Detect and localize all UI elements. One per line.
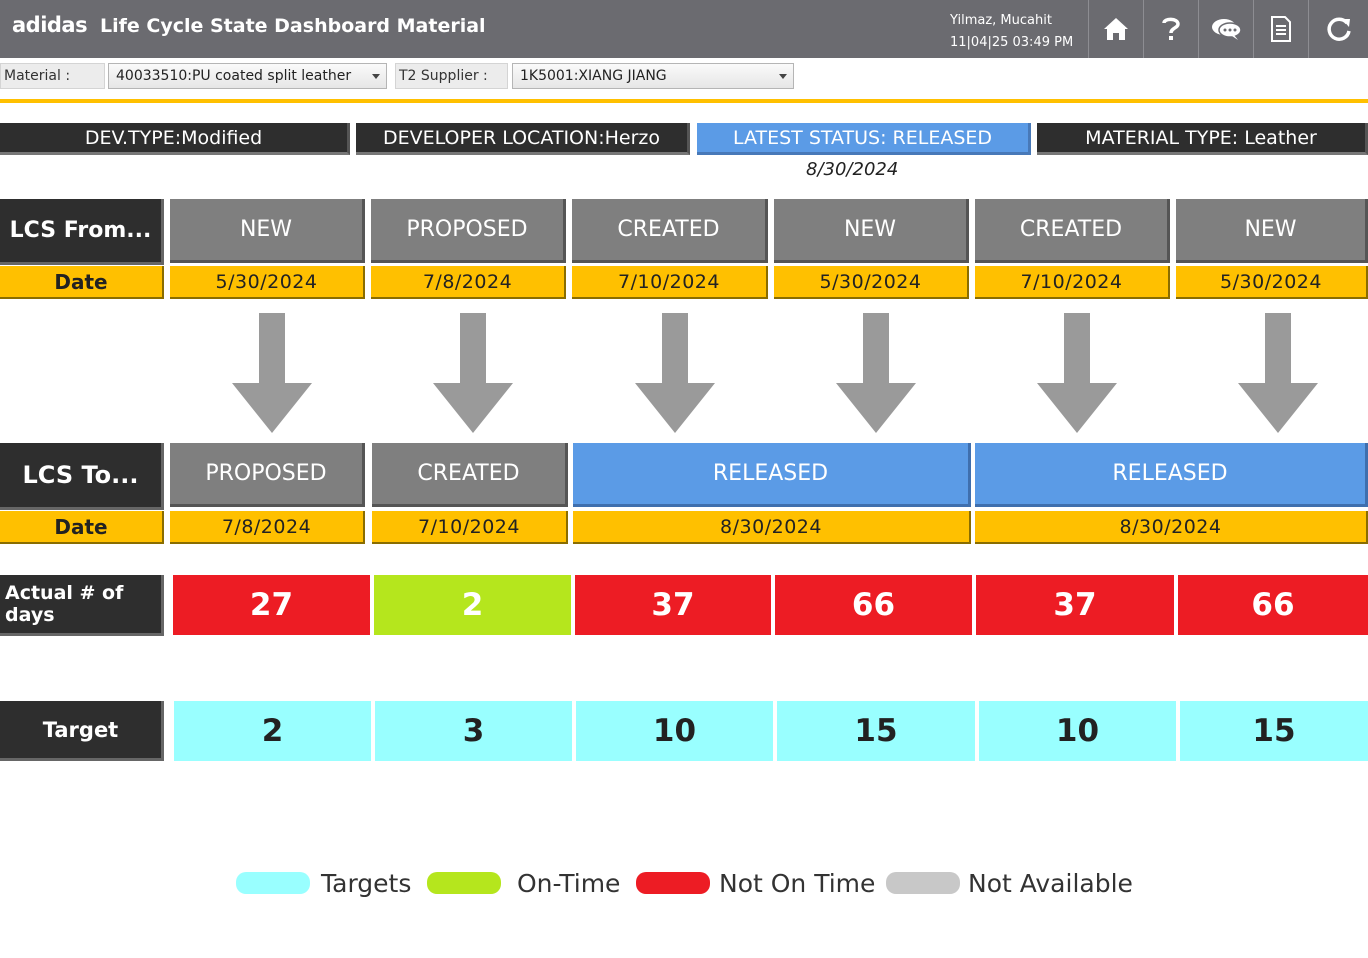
from-state: CREATED xyxy=(975,199,1170,263)
material-select-value: 40033510:PU coated split leather xyxy=(116,68,352,84)
to-state: PROPOSED xyxy=(170,443,365,507)
app-title: Life Cycle State Dashboard Material xyxy=(100,15,486,37)
legend-item-not-available: Not Available xyxy=(886,868,1133,898)
from-date: 5/30/2024 xyxy=(170,266,365,299)
legend-swatch xyxy=(886,872,960,894)
chat-button[interactable] xyxy=(1198,0,1253,58)
actual-days-value: 66 xyxy=(1178,575,1368,635)
from-date: 7/10/2024 xyxy=(572,266,768,299)
from-date: 5/30/2024 xyxy=(774,266,969,299)
user-name: Yilmaz, Mucahit xyxy=(950,13,1052,28)
from-state: NEW xyxy=(170,199,365,263)
target-value: 15 xyxy=(1180,701,1368,761)
from-date: 5/30/2024 xyxy=(1176,266,1368,299)
chevron-down-icon xyxy=(779,74,787,79)
to-date: 8/30/2024 xyxy=(573,511,971,544)
to-date: 7/8/2024 xyxy=(170,511,365,544)
help-icon xyxy=(1162,17,1180,40)
legend-swatch xyxy=(636,872,710,894)
actual-days-value: 27 xyxy=(173,575,370,635)
document-icon xyxy=(1271,16,1291,42)
to-state: RELEASED xyxy=(975,443,1368,507)
to-state: CREATED xyxy=(372,443,568,507)
target-label: Target xyxy=(0,701,164,761)
legend-item-not-on-time: Not On Time xyxy=(636,868,875,898)
latest-status-badge: LATEST STATUS: RELEASED xyxy=(697,123,1031,155)
legend-label: Not On Time xyxy=(719,868,876,898)
home-icon xyxy=(1104,18,1128,40)
dev-type-badge: DEV.TYPE:Modified xyxy=(0,123,350,155)
legend-swatch xyxy=(427,872,501,894)
from-state: PROPOSED xyxy=(371,199,566,263)
to-date: 7/10/2024 xyxy=(372,511,568,544)
legend-label: Targets xyxy=(321,868,412,898)
legend-label: Not Available xyxy=(968,868,1133,898)
legend-item-targets: Targets xyxy=(236,868,411,898)
lcs-from-label: LCS From... xyxy=(0,199,164,265)
arrow-down-icon xyxy=(232,313,312,433)
from-date: 7/8/2024 xyxy=(371,266,566,299)
latest-status-date: 8/30/2024 xyxy=(806,159,899,180)
actual-days-value: 2 xyxy=(374,575,571,635)
arrow-down-icon xyxy=(635,313,715,433)
target-value: 15 xyxy=(777,701,975,761)
actual-days-value: 37 xyxy=(976,575,1174,635)
from-state: NEW xyxy=(1176,199,1368,263)
home-button[interactable] xyxy=(1088,0,1143,58)
legend-swatch xyxy=(236,872,310,894)
material-select[interactable]: 40033510:PU coated split leather xyxy=(108,63,387,89)
chat-icon xyxy=(1212,19,1242,40)
actual-days-value: 37 xyxy=(575,575,771,635)
target-value: 2 xyxy=(174,701,371,761)
target-value: 10 xyxy=(576,701,773,761)
refresh-button[interactable] xyxy=(1308,0,1368,58)
refresh-icon xyxy=(1326,17,1351,41)
legend-label: On-Time xyxy=(517,868,621,898)
divider xyxy=(0,99,1368,103)
arrow-down-icon xyxy=(836,313,916,433)
from-state: CREATED xyxy=(572,199,768,263)
brand-logo: adidas xyxy=(12,13,88,37)
document-button[interactable] xyxy=(1253,0,1308,58)
material-label: Material : xyxy=(0,63,105,89)
arrow-down-icon xyxy=(433,313,513,433)
chevron-down-icon xyxy=(372,74,380,79)
legend-item-on-time: On-Time xyxy=(427,868,620,898)
lcs-to-label: LCS To... xyxy=(0,443,164,510)
top-bar: adidas Life Cycle State Dashboard Materi… xyxy=(0,0,1368,58)
current-datetime: 11|04|25 03:49 PM xyxy=(950,35,1074,50)
arrow-down-icon xyxy=(1238,313,1318,433)
developer-location-badge: DEVELOPER LOCATION:Herzo xyxy=(356,123,690,155)
help-button[interactable] xyxy=(1143,0,1198,58)
to-state: RELEASED xyxy=(573,443,971,507)
material-type-badge: MATERIAL TYPE: Leather xyxy=(1037,123,1368,155)
actual-days-label: Actual # of days xyxy=(0,575,164,636)
supplier-select[interactable]: 1K5001:XIANG JIANG xyxy=(512,63,794,89)
target-value: 3 xyxy=(375,701,572,761)
to-date-label: Date xyxy=(0,511,164,544)
from-date-label: Date xyxy=(0,266,164,299)
from-date: 7/10/2024 xyxy=(975,266,1170,299)
actual-days-value: 66 xyxy=(775,575,972,635)
from-state: NEW xyxy=(774,199,969,263)
arrow-down-icon xyxy=(1037,313,1117,433)
target-value: 10 xyxy=(979,701,1176,761)
to-date: 8/30/2024 xyxy=(975,511,1368,544)
supplier-select-value: 1K5001:XIANG JIANG xyxy=(520,68,667,84)
supplier-label: T2 Supplier : xyxy=(395,63,508,89)
